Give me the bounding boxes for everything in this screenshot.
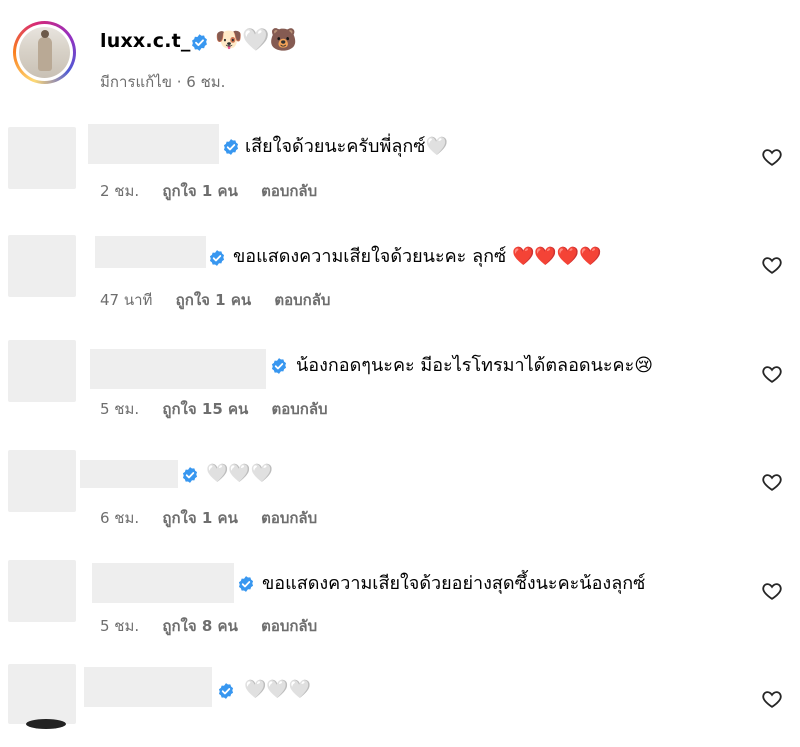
commenter-avatar[interactable]: [8, 450, 76, 512]
comment-text: น้องกอดๆนะคะ มีอะไรโทรมาได้ตลอดนะคะ😢: [296, 355, 654, 376]
reply-button[interactable]: ตอบกลับ: [272, 400, 328, 418]
comment-time: 2 ชม.: [100, 182, 140, 200]
commenter-username-redacted[interactable]: [90, 349, 266, 389]
verified-badge-icon: [190, 33, 208, 51]
commenter-avatar[interactable]: [8, 340, 76, 402]
comment-time: 5 ชม.: [100, 617, 140, 635]
commenter-username-redacted[interactable]: [95, 236, 206, 268]
heart-outline-icon[interactable]: [761, 363, 783, 385]
comment-text: เสียใจด้วยนะครับพี่ลุกซ์🤍: [245, 136, 448, 157]
heart-outline-icon[interactable]: [761, 580, 783, 602]
heart-outline-icon[interactable]: [761, 471, 783, 493]
heart-outline-icon[interactable]: [761, 146, 783, 168]
commenter-username-redacted[interactable]: [84, 667, 212, 707]
comment-likes-count[interactable]: ถูกใจ 1 คน: [162, 509, 237, 527]
commenter-avatar[interactable]: [8, 235, 76, 297]
comment-likes-count[interactable]: ถูกใจ 8 คน: [162, 617, 237, 635]
post-header: luxx.c.t_ 🐶🤍🐻 มีการแก้ไข · 6 ชม.: [0, 0, 800, 110]
post-username[interactable]: luxx.c.t_: [100, 30, 191, 52]
comment-likes-count[interactable]: ถูกใจ 1 คน: [176, 291, 251, 309]
comment-meta: 2 ชม. ถูกใจ 1 คน ตอบกลับ: [100, 179, 335, 203]
comment-text: ขอแสดงความเสียใจด้วยนะคะ ลุกซ์ ❤️❤️❤️❤️: [233, 246, 602, 267]
comment-text: ขอแสดงความเสียใจด้วยอย่างสุดซึ้งนะคะน้อง…: [262, 573, 646, 594]
comment-likes-count[interactable]: ถูกใจ 1 คน: [162, 182, 237, 200]
comment-time: 47 นาที: [100, 291, 153, 309]
comment-meta: 5 ชม. ถูกใจ 15 คน ตอบกลับ: [100, 397, 346, 421]
comment-time: 5 ชม.: [100, 400, 140, 418]
comment-meta: 5 ชม. ถูกใจ 8 คน ตอบกลับ: [100, 614, 335, 638]
comment-text: 🤍🤍🤍: [244, 679, 312, 700]
commenter-username-redacted[interactable]: [88, 124, 219, 164]
commenter-username-redacted[interactable]: [92, 563, 234, 603]
verified-badge-icon: [222, 138, 240, 156]
comment-text: 🤍🤍🤍: [206, 463, 274, 484]
reply-button[interactable]: ตอบกลับ: [261, 509, 317, 527]
reply-button[interactable]: ตอบกลับ: [261, 617, 317, 635]
commenter-avatar[interactable]: [8, 127, 76, 189]
caption-emojis: 🐶🤍🐻: [215, 28, 298, 53]
verified-badge-icon: [208, 249, 226, 267]
avatar-photo: [19, 27, 70, 78]
cropped-avatar-edge: [26, 719, 66, 729]
comment-time: 6 ชม.: [100, 509, 140, 527]
verified-badge-icon: [181, 466, 199, 484]
post-meta: มีการแก้ไข · 6 ชม.: [100, 73, 226, 91]
verified-badge-icon: [217, 682, 235, 700]
heart-outline-icon[interactable]: [761, 688, 783, 710]
comment-meta: 6 ชม. ถูกใจ 1 คน ตอบกลับ: [100, 506, 335, 530]
commenter-username-redacted[interactable]: [80, 460, 178, 488]
comment-likes-count[interactable]: ถูกใจ 15 คน: [162, 400, 248, 418]
commenter-avatar[interactable]: [8, 560, 76, 622]
verified-badge-icon: [270, 357, 288, 375]
reply-button[interactable]: ตอบกลับ: [274, 291, 330, 309]
story-ring-avatar[interactable]: [13, 21, 76, 84]
commenter-avatar[interactable]: [8, 664, 76, 724]
comment-meta: 47 นาที ถูกใจ 1 คน ตอบกลับ: [100, 288, 348, 312]
heart-outline-icon[interactable]: [761, 254, 783, 276]
reply-button[interactable]: ตอบกลับ: [261, 182, 317, 200]
verified-badge-icon: [237, 575, 255, 593]
